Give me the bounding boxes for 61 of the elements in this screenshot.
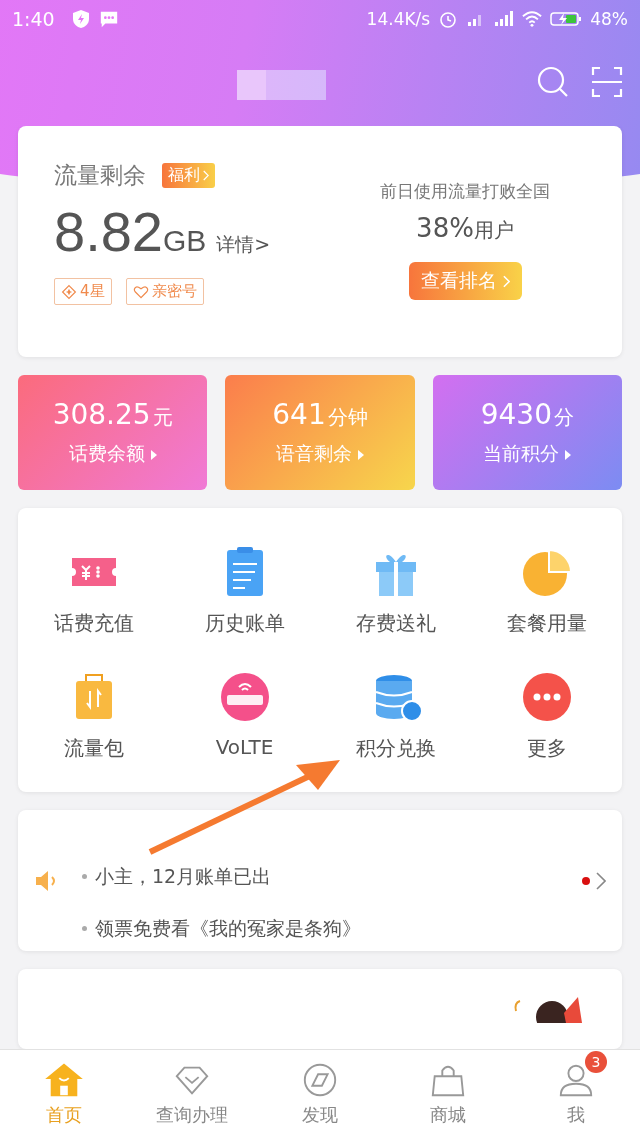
stat-label: 语音剩余 <box>276 441 352 467</box>
battery-icon <box>550 11 583 27</box>
compass-icon <box>301 1061 339 1099</box>
notification-badge: 3 <box>585 1051 607 1073</box>
rank-caption: 前日使用流量打败全国 <box>380 180 550 203</box>
stat-tile[interactable]: 308.25 元 话费余额 <box>18 375 208 491</box>
stat-tile[interactable]: 9430分 当前积分 <box>432 375 622 491</box>
ranking-button[interactable]: 查看排名 <box>408 262 522 300</box>
message-icon <box>98 9 119 29</box>
caret-icon <box>150 450 157 461</box>
stat-unit: 分钟 <box>327 404 368 432</box>
tab[interactable]: 查询办理 <box>128 1050 256 1138</box>
welfare-badge[interactable]: 福利 <box>162 163 215 188</box>
service-item[interactable]: VoLTE <box>169 667 320 763</box>
stat-value: 641 <box>272 398 326 432</box>
battery-percent: 48% <box>590 9 628 29</box>
chevron-icon <box>596 871 606 890</box>
stat-label: 当前积分 <box>483 441 560 467</box>
notice-text: 领票免费看《我的冤家是条狗》 <box>95 915 361 941</box>
stat-tile[interactable]: 641分钟 语音剩余 <box>225 375 415 491</box>
stat-label: 话费余额 <box>68 441 145 467</box>
tab[interactable]: 发现 <box>256 1050 384 1138</box>
stat-unit: 元 <box>152 404 173 432</box>
caret-icon <box>565 450 572 461</box>
stat-unit: 分 <box>553 404 574 432</box>
tag[interactable]: 亲密号 <box>125 278 204 305</box>
rank-percent: 38% <box>416 213 474 243</box>
rank-unit: 用户 <box>473 218 514 244</box>
shield-icon <box>70 9 91 29</box>
home-icon <box>45 1061 83 1099</box>
notice-text: 小主，12月账单已出 <box>95 863 272 889</box>
notice-card[interactable]: 小主，12月账单已出 领票免费看《我的冤家是条狗》 <box>18 810 622 951</box>
service-item[interactable]: 话费充值 <box>18 542 169 638</box>
service-item[interactable]: 历史账单 <box>169 542 320 638</box>
status-time: 1:40 <box>12 8 55 30</box>
tag[interactable]: 4星 <box>54 278 112 305</box>
chevron-icon <box>502 274 510 288</box>
tab[interactable]: 3 我 <box>512 1050 640 1138</box>
wifi-icon <box>522 9 543 29</box>
data-unit: GB <box>163 224 207 258</box>
service-item[interactable]: 存费送礼 <box>320 542 471 638</box>
data-amount: 8.82 <box>54 199 163 264</box>
scan-icon[interactable] <box>590 65 624 99</box>
chevron-icon <box>203 170 209 181</box>
diamond-icon <box>61 283 77 300</box>
heart-icon <box>132 283 149 300</box>
stat-value: 9430 <box>480 398 552 432</box>
caret-icon <box>358 450 364 461</box>
tab[interactable]: 商城 <box>384 1050 512 1138</box>
alarm-icon <box>438 9 459 29</box>
service-item[interactable]: 流量包 <box>18 667 169 763</box>
search-icon[interactable] <box>536 65 570 99</box>
details-link[interactable]: 详情> <box>216 232 271 258</box>
tab[interactable]: 首页 <box>0 1050 128 1138</box>
service-item[interactable]: 套餐用量 <box>471 542 622 638</box>
service-item[interactable]: 积分兑换 <box>320 667 471 763</box>
stat-value: 308.25 <box>52 398 151 432</box>
service-item[interactable]: 更多 <box>471 667 622 763</box>
network-speed: 14.4K/s <box>366 9 431 29</box>
data-title: 流量剩余 <box>54 161 146 190</box>
signal-icon <box>494 9 515 29</box>
